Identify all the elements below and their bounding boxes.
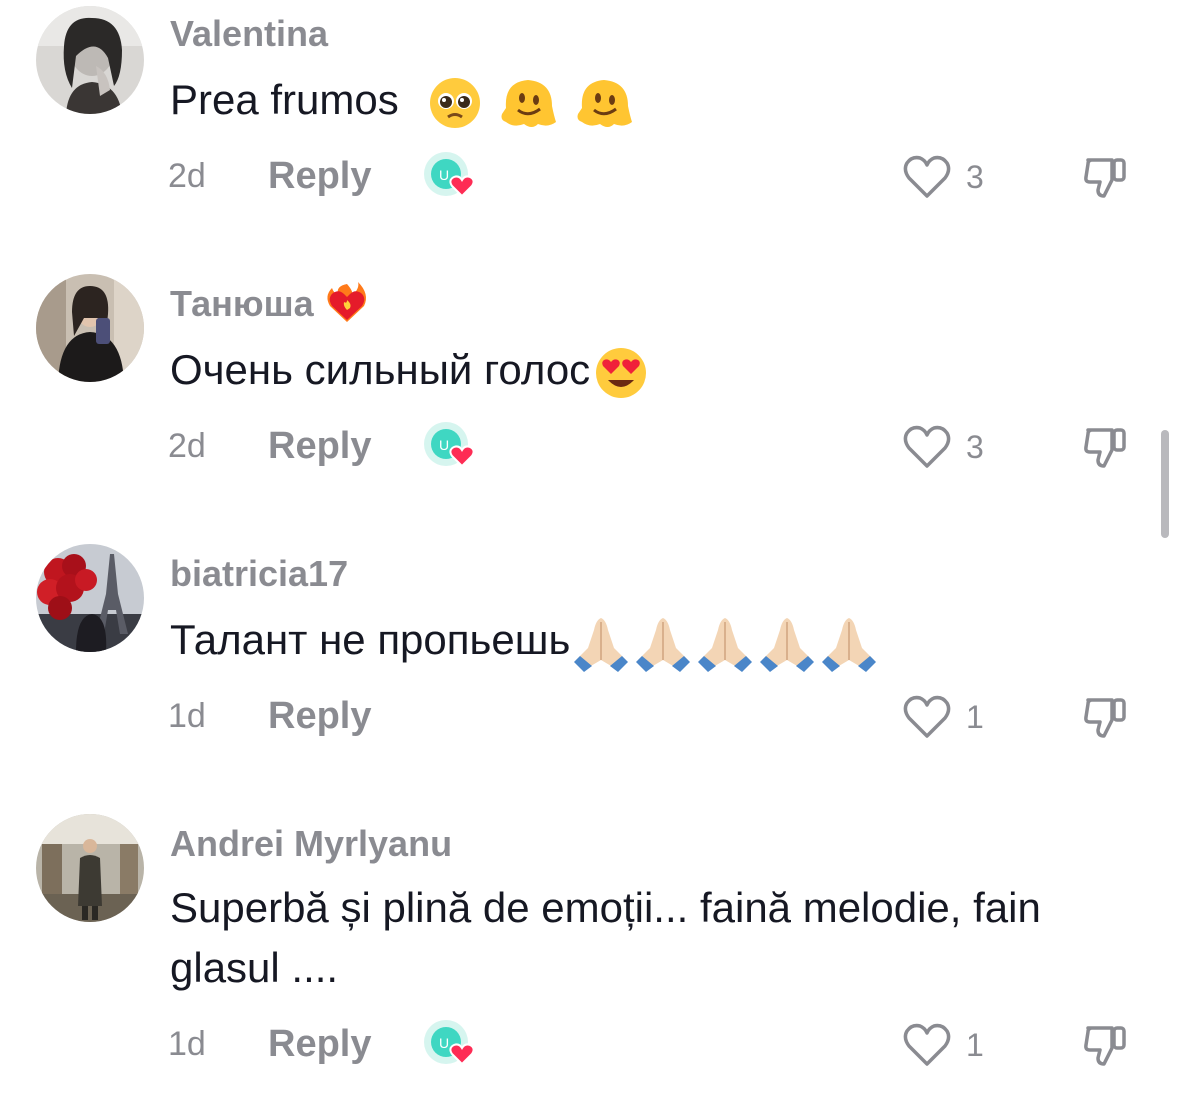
comment-item: Valentina Prea frumos 2d Reply U 3	[0, 0, 1179, 260]
reply-button[interactable]: Reply	[268, 426, 371, 466]
avatar[interactable]	[36, 544, 144, 652]
avatar[interactable]	[36, 6, 144, 114]
comment-timestamp: 2d	[168, 427, 206, 465]
folded-hands-emoji	[632, 614, 694, 672]
svg-text:U: U	[439, 167, 449, 183]
heart-outline-icon[interactable]	[902, 694, 952, 740]
reply-button[interactable]: Reply	[268, 696, 371, 736]
heart-outline-icon[interactable]	[902, 154, 952, 200]
folded-hands-emoji	[756, 614, 818, 672]
svg-text:U: U	[439, 437, 449, 453]
like-count: 1	[966, 1027, 984, 1063]
svg-text:U: U	[439, 1035, 449, 1051]
comment-text-row: Prea frumos	[170, 70, 1130, 130]
heart-eyes-emoji	[594, 346, 648, 400]
heart-outline-icon[interactable]	[902, 424, 952, 470]
comment-item: Andrei Myrlyanu Superbă și plină de emoț…	[0, 810, 1179, 1103]
melting-face-emoji	[498, 76, 558, 130]
comment-text: Талант не пропьешь	[170, 616, 571, 663]
folded-hands-emoji	[570, 614, 632, 672]
comment-timestamp: 2d	[168, 157, 206, 195]
folded-hands-emoji	[818, 614, 880, 672]
comment-text: Superbă și plină de emoții... faină melo…	[170, 884, 1041, 991]
like-count: 3	[966, 429, 984, 465]
folded-hands-emoji	[694, 614, 756, 672]
creator-liked-badge-icon: U	[422, 150, 482, 204]
thumbs-down-icon[interactable]	[1080, 1018, 1132, 1070]
reply-button[interactable]: Reply	[268, 1024, 371, 1064]
comment-item: Танюша Очень сильный голос 2d Reply U 3	[0, 270, 1179, 530]
heart-on-fire-emoji	[324, 280, 370, 326]
comment-text: Prea frumos	[170, 76, 399, 123]
comment-username[interactable]: biatricia17	[170, 554, 348, 594]
thumbs-down-icon[interactable]	[1080, 420, 1132, 472]
like-count: 1	[966, 699, 984, 735]
comment-item: biatricia17 Талант не пропьешь 1d Reply …	[0, 540, 1179, 800]
comment-username[interactable]: Valentina	[170, 14, 328, 54]
avatar[interactable]	[36, 814, 144, 922]
pleading-face-emoji	[428, 76, 482, 130]
creator-liked-badge-icon: U	[422, 1018, 482, 1072]
comment-text: Очень сильный голос	[170, 346, 591, 393]
comment-username[interactable]: Танюша	[170, 283, 314, 324]
like-count: 3	[966, 159, 984, 195]
comment-username[interactable]: Andrei Myrlyanu	[170, 824, 452, 864]
creator-liked-badge-icon: U	[422, 420, 482, 474]
thumbs-down-icon[interactable]	[1080, 150, 1132, 202]
thumbs-down-icon[interactable]	[1080, 690, 1132, 742]
reply-button[interactable]: Reply	[268, 156, 371, 196]
comment-text-row: Талант не пропьешь	[170, 610, 1130, 672]
comment-text-row: Очень сильный голос	[170, 340, 1130, 400]
comment-username-row[interactable]: Танюша	[170, 280, 370, 326]
comment-timestamp: 1d	[168, 1025, 206, 1063]
comment-timestamp: 1d	[168, 697, 206, 735]
melting-face-emoji	[574, 76, 634, 130]
heart-outline-icon[interactable]	[902, 1022, 952, 1068]
avatar[interactable]	[36, 274, 144, 382]
scrollbar[interactable]	[1161, 430, 1169, 538]
